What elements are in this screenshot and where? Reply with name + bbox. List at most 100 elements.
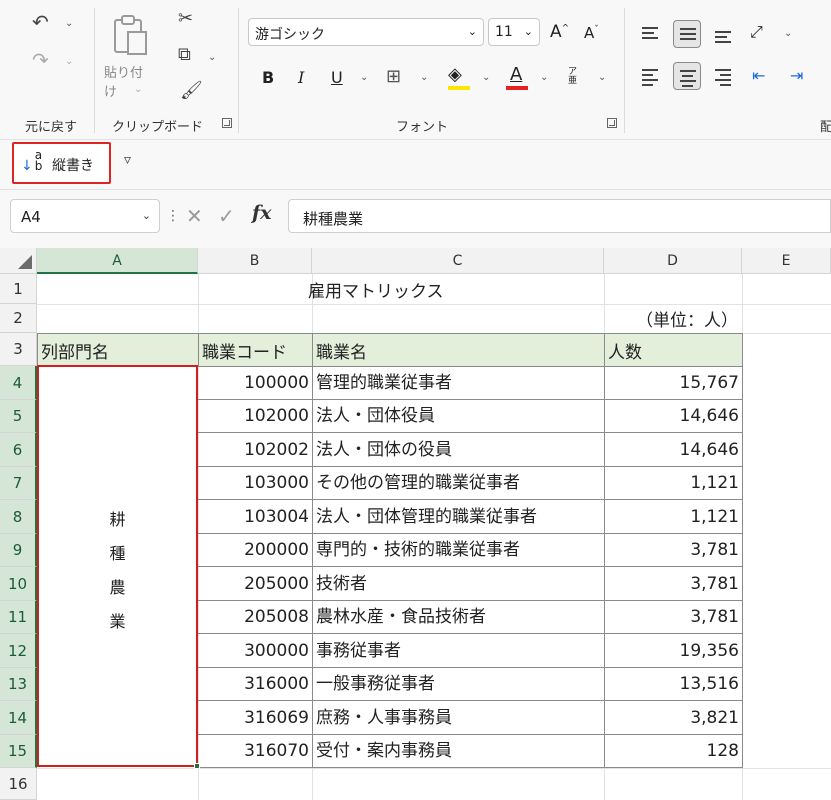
occupation-name-cell[interactable]: 法人・団体の役員 [312,433,605,467]
borders-icon[interactable]: ⊞ [386,66,401,87]
phonetic-guide-button[interactable]: ア亜 [568,68,580,86]
headcount-cell[interactable]: 1,121 [604,467,743,500]
paste-button[interactable]: 貼り付け ⌄ [104,8,152,100]
occupation-name-cell[interactable]: 事務従事者 [312,634,605,668]
bold-button[interactable]: B [262,68,274,87]
redo-dropdown-chevron-icon[interactable]: ⌄ [65,56,73,67]
align-top-button[interactable] [636,20,664,48]
font-color-button[interactable]: A [510,64,522,85]
occupation-name-cell[interactable]: 受付・案内事務員 [312,735,605,768]
occupation-name-cell[interactable]: 庶務・人事事務員 [312,701,605,735]
occupation-name-cell[interactable]: 管理的職業従事者 [312,366,605,400]
row-header-8[interactable]: 8 [0,500,37,534]
cut-icon[interactable]: ✂ [178,10,193,28]
copy-icon[interactable]: ⧉ [178,46,191,64]
phonetic-dropdown-chevron-icon[interactable]: ⌄ [598,72,606,83]
row-header-10[interactable]: 10 [0,567,37,601]
occupation-code-cell[interactable]: 103000 [198,467,313,500]
header-cell-a[interactable]: 列部門名 [37,333,199,367]
occupation-name-cell[interactable]: 法人・団体管理的職業従事者 [312,500,605,534]
align-left-button[interactable] [636,62,664,90]
occupation-code-cell[interactable]: 316069 [198,701,313,735]
fill-handle[interactable] [194,763,200,769]
occupation-name-cell[interactable]: 農林水産・食品技術者 [312,601,605,634]
font-family-select[interactable]: 游ゴシック ⌄ [248,18,484,46]
headcount-cell[interactable]: 3,781 [604,567,743,601]
occupation-code-cell[interactable]: 316070 [198,735,313,768]
headcount-cell[interactable]: 3,781 [604,601,743,634]
insert-function-button[interactable]: fx [252,202,272,224]
occupation-name-cell[interactable]: 技術者 [312,567,605,601]
align-right-button[interactable] [709,62,737,90]
column-header-e[interactable]: E [742,248,831,274]
column-header-a[interactable]: A [37,248,198,274]
clipboard-dialog-launcher-icon[interactable] [222,118,232,128]
row-header-14[interactable]: 14 [0,701,37,735]
font-dialog-launcher-icon[interactable] [607,118,617,128]
enter-icon[interactable]: ✓ [218,204,235,228]
row-header-13[interactable]: 13 [0,668,37,701]
fill-color-icon[interactable]: ◈ [448,64,462,85]
shrink-font-icon[interactable]: Aˇ [584,24,599,42]
headcount-cell[interactable]: 14,646 [604,433,743,467]
orientation-icon[interactable]: ⤢ [750,22,763,42]
occupation-name-cell[interactable]: 法人・団体役員 [312,400,605,433]
grow-font-icon[interactable]: A^ [550,22,569,42]
headcount-cell[interactable]: 3,821 [604,701,743,735]
row-header-4[interactable]: 4 [0,366,37,400]
occupation-name-cell[interactable]: 一般事務従事者 [312,668,605,701]
headcount-cell[interactable]: 3,781 [604,534,743,567]
row-header-6[interactable]: 6 [0,433,37,467]
occupation-code-cell[interactable]: 205000 [198,567,313,601]
row-header-1[interactable]: 1 [0,274,37,304]
row-header-11[interactable]: 11 [0,601,37,634]
undo-dropdown-chevron-icon[interactable]: ⌄ [65,18,73,29]
occupation-code-cell[interactable]: 205008 [198,601,313,634]
align-middle-button[interactable] [673,20,701,48]
headcount-cell[interactable]: 19,356 [604,634,743,668]
unit-label[interactable]: （単位：人） [604,306,738,331]
occupation-code-cell[interactable]: 102002 [198,433,313,467]
row-header-9[interactable]: 9 [0,534,37,567]
paste-dropdown-chevron-icon[interactable]: ⌄ [134,84,142,95]
column-header-b[interactable]: B [198,248,312,274]
align-bottom-button[interactable] [709,20,737,48]
occupation-code-cell[interactable]: 300000 [198,634,313,668]
align-center-button[interactable] [673,62,701,90]
row-header-2[interactable]: 2 [0,304,37,333]
headcount-cell[interactable]: 13,516 [604,668,743,701]
name-box[interactable]: A4 ⌄ [10,199,160,233]
occupation-name-cell[interactable]: その他の管理的職業従事者 [312,467,605,500]
customize-quick-access-icon[interactable]: ▿ [124,152,131,168]
row-header-7[interactable]: 7 [0,467,37,500]
header-cell-c[interactable]: 職業名 [312,333,605,367]
underline-button[interactable]: U [331,68,343,87]
decrease-indent-icon[interactable]: ⇤ [752,66,765,85]
row-header-5[interactable]: 5 [0,400,37,433]
more-options-icon[interactable]: ⋮ [166,208,180,224]
row-header-16[interactable]: 16 [0,768,37,800]
row-header-15[interactable]: 15 [0,735,37,768]
orientation-dropdown-chevron-icon[interactable]: ⌄ [784,28,792,39]
header-cell-b[interactable]: 職業コード [198,333,313,367]
increase-indent-icon[interactable]: ⇥ [790,66,803,85]
column-header-d[interactable]: D [604,248,742,274]
headcount-cell[interactable]: 15,767 [604,366,743,400]
occupation-code-cell[interactable]: 200000 [198,534,313,567]
header-cell-d[interactable]: 人数 [604,333,743,367]
row-header-12[interactable]: 12 [0,634,37,668]
font-size-select[interactable]: 11 ⌄ [488,18,540,46]
copy-dropdown-chevron-icon[interactable]: ⌄ [208,52,216,63]
occupation-code-cell[interactable]: 316000 [198,668,313,701]
redo-icon[interactable]: ↷ [32,50,49,70]
row-header-3[interactable]: 3 [0,333,37,366]
headcount-cell[interactable]: 1,121 [604,500,743,534]
worksheet-grid[interactable]: A B C D E 1 2 3 4 5 6 7 8 9 10 11 12 13 … [0,248,831,800]
formula-input[interactable]: 耕種農業 [288,199,831,233]
occupation-name-cell[interactable]: 専門的・技術的職業従事者 [312,534,605,567]
fill-color-dropdown-chevron-icon[interactable]: ⌄ [482,72,490,83]
sheet-title[interactable]: 雇用マトリックス [308,277,468,302]
undo-icon[interactable]: ↶ [32,12,49,32]
cancel-icon[interactable]: ✕ [186,204,203,228]
headcount-cell[interactable]: 14,646 [604,400,743,433]
